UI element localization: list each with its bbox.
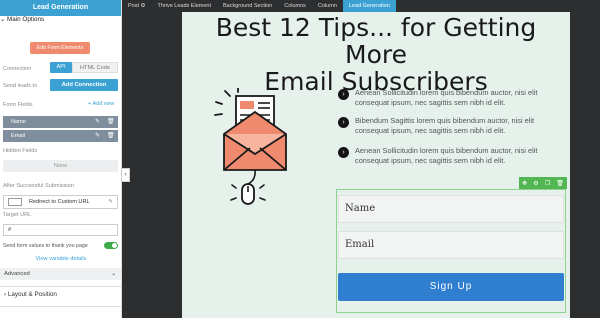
- panel-title: Lead Generation: [0, 0, 121, 16]
- gear-icon: ⚙: [140, 3, 146, 9]
- editor-canvas: Best 12 Tips... for Getting More Email S…: [182, 12, 570, 318]
- breadcrumb-item[interactable]: Post ⚙: [122, 0, 151, 12]
- hidden-fields-empty: None: [3, 160, 118, 172]
- element-toolbar: ✥ ⚙ ❐ 🗑: [519, 177, 567, 189]
- redirect-icon: [8, 198, 22, 206]
- tip-text: Aenean Sollicitudin lorem quis bibendum …: [355, 88, 538, 107]
- advanced-label: Advanced: [4, 271, 30, 277]
- trash-icon[interactable]: 🗑: [107, 130, 115, 142]
- chevron-right-icon: ›: [338, 117, 349, 128]
- api-tab[interactable]: API: [50, 62, 72, 73]
- redirect-option-label: Redirect to Custom URL: [29, 199, 90, 205]
- html-code-tab[interactable]: HTML Code: [72, 62, 118, 73]
- after-submission-select[interactable]: Redirect to Custom URL ✎: [3, 195, 118, 209]
- add-connection-button[interactable]: Add Connection: [50, 79, 118, 91]
- settings-panel: Lead Generation ⌄ Main Options Edit Form…: [0, 0, 122, 318]
- connection-label: Connection: [3, 66, 32, 72]
- chevron-right-icon: ›: [338, 147, 349, 158]
- divider: [0, 306, 121, 307]
- edit-icon[interactable]: ✎: [95, 116, 100, 128]
- tip-list-item[interactable]: › Aenean Sollicitudin lorem quis bibendu…: [338, 88, 568, 108]
- target-url-input[interactable]: #: [3, 224, 118, 236]
- email-envelope-icon: [214, 88, 287, 205]
- chevron-left-icon: ‹: [124, 171, 127, 178]
- email-input[interactable]: Email: [338, 231, 564, 259]
- view-variable-details-link[interactable]: View variable details: [0, 256, 121, 262]
- breadcrumb-item-active[interactable]: Lead Generation: [342, 0, 396, 12]
- target-url-label: Target URL: [3, 212, 32, 218]
- add-new-field-link[interactable]: + Add new: [88, 101, 114, 107]
- breadcrumb-label: Post: [128, 3, 140, 9]
- after-submission-label: After Successful Submission: [3, 183, 74, 189]
- hidden-fields-label: Hidden Fields: [3, 148, 38, 154]
- page-title[interactable]: Best 12 Tips... for Getting More Email S…: [182, 14, 570, 95]
- title-line-1: Best 12 Tips... for Getting More: [215, 13, 537, 69]
- edit-icon[interactable]: ✎: [95, 130, 100, 142]
- main-options-label: Main Options: [7, 16, 45, 23]
- tip-list-item[interactable]: › Bibendum Sagittis lorem quis bibendum …: [338, 116, 568, 136]
- edit-icon[interactable]: ✎: [108, 196, 113, 208]
- chevron-down-icon: ⌄: [0, 16, 8, 23]
- sign-up-button[interactable]: Sign Up: [338, 273, 564, 301]
- add-new-label: Add new: [92, 101, 115, 107]
- send-values-toggle[interactable]: [104, 242, 118, 249]
- breadcrumb: Post ⚙ Thrive Leads Element Background S…: [122, 0, 600, 12]
- field-email-label: Email: [11, 133, 25, 139]
- layout-position-label: Layout & Position: [7, 291, 57, 298]
- settings-icon[interactable]: ⚙: [533, 180, 538, 187]
- form-field-item[interactable]: Name ✎ 🗑: [3, 116, 118, 128]
- trash-icon[interactable]: 🗑: [107, 116, 115, 128]
- chevron-right-icon: ›: [338, 89, 349, 100]
- breadcrumb-item[interactable]: Background Section: [217, 0, 278, 12]
- copy-icon[interactable]: ❐: [545, 180, 550, 187]
- main-options-toggle[interactable]: ⌄ Main Options: [0, 16, 121, 23]
- move-icon[interactable]: ✥: [522, 180, 527, 187]
- send-values-label: Send form values to thank you page: [3, 243, 88, 249]
- tip-list-item[interactable]: › Aenean Sollicitudin lorem quis bibendu…: [338, 146, 568, 166]
- breadcrumb-item[interactable]: Column: [312, 0, 343, 12]
- divider: [0, 286, 121, 287]
- trash-icon[interactable]: 🗑: [556, 180, 564, 187]
- edit-form-elements-button[interactable]: Edit Form Elements: [30, 42, 90, 54]
- advanced-section-toggle[interactable]: Advanced ⌄: [0, 268, 121, 280]
- collapse-panel-button[interactable]: ‹: [121, 168, 130, 182]
- breadcrumb-item[interactable]: Thrive Leads Element: [151, 0, 217, 12]
- form-field-item[interactable]: Email ✎ 🗑: [3, 130, 118, 142]
- chevron-down-icon: ⌄: [111, 271, 116, 277]
- form-fields-label: Form Fields: [3, 102, 33, 108]
- breadcrumb-item[interactable]: Columns: [278, 0, 312, 12]
- field-name-label: Name: [11, 119, 26, 125]
- tip-text: Aenean Sollicitudin lorem quis bibendum …: [355, 146, 538, 165]
- send-leads-label: Send leads to: [3, 83, 38, 89]
- layout-position-toggle[interactable]: › Layout & Position: [4, 291, 57, 298]
- tip-text: Bibendum Sagittis lorem quis bibendum au…: [355, 116, 535, 135]
- name-input[interactable]: Name: [338, 195, 564, 223]
